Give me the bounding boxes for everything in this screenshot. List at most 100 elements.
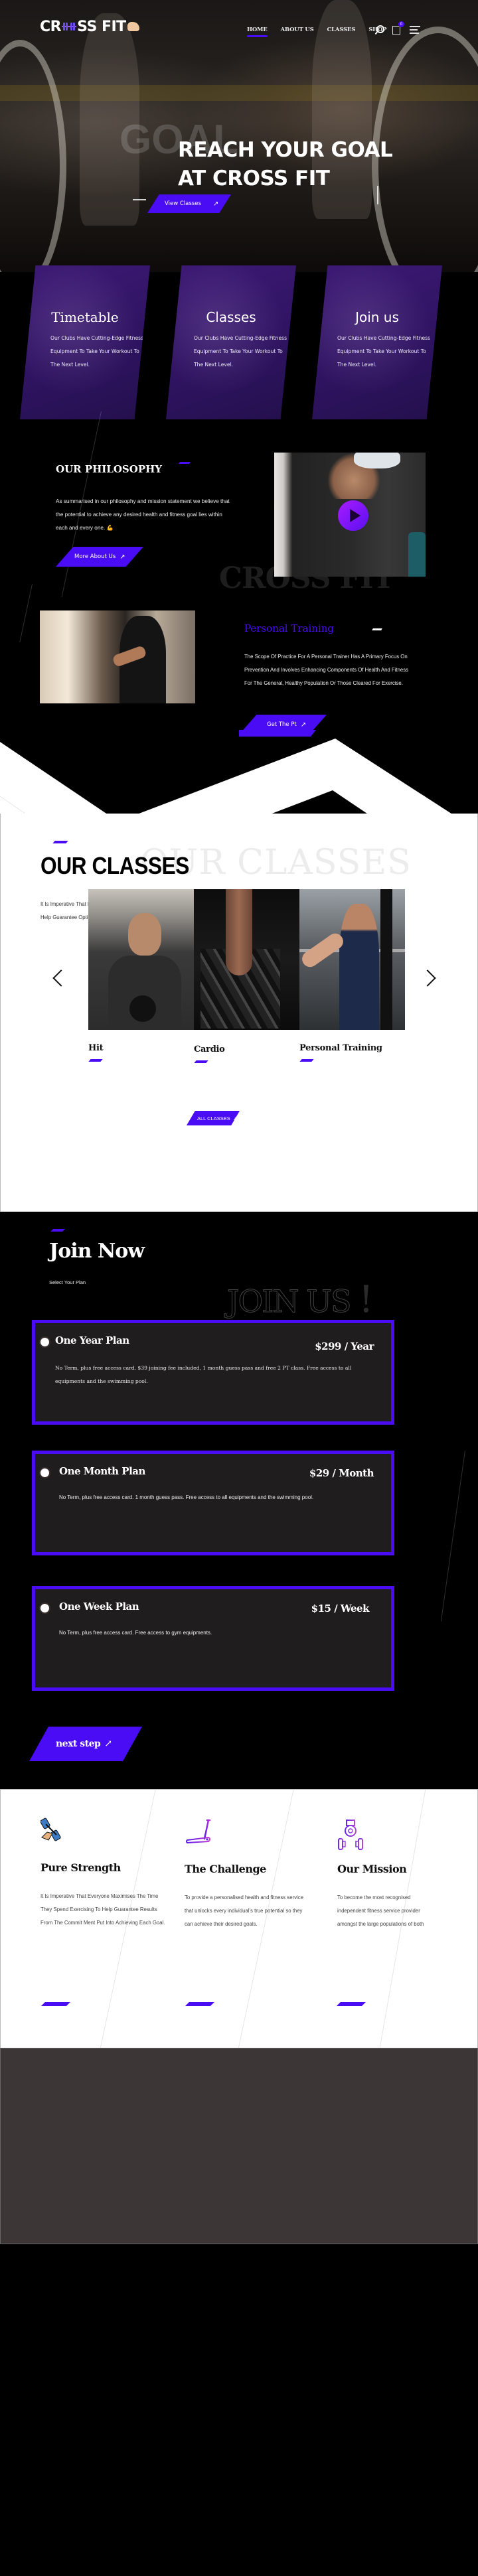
hero-title: REACH YOUR GOAL AT CROSS FIT	[178, 136, 393, 193]
philosophy-text: As summarised in our philosophy and miss…	[56, 498, 230, 531]
our-classes-section: OUR CLASSES OUR CLASSES It Is Imperative…	[0, 814, 478, 1212]
hero-title-line1: REACH YOUR GOAL	[178, 138, 393, 162]
value-our-mission: Our Mission To become the most recognise…	[337, 1818, 470, 2006]
page-bottom-area	[0, 2244, 478, 2576]
feature-card-classes[interactable]: Classes Our Clubs Have Cutting-Edge Fitn…	[166, 265, 296, 419]
class-card-cardio[interactable]: Cardio	[194, 889, 299, 1063]
carousel-prev-icon[interactable]	[52, 968, 62, 988]
our-classes-heading: OUR CLASSES	[40, 852, 190, 879]
value-pure-strength: Pure Strength It Is Imperative That Ever…	[40, 1818, 173, 2006]
values-section: Pure Strength It Is Imperative That Ever…	[0, 1789, 478, 2048]
plan-radio[interactable]	[40, 1604, 49, 1612]
accent-dash	[52, 841, 68, 843]
accent-dash	[372, 628, 382, 630]
plan-name: One Week Plan	[59, 1601, 139, 1612]
arrow-up-right-icon: ↗	[104, 1739, 112, 1749]
plan-radio[interactable]	[40, 1468, 49, 1477]
feature-card-join-us[interactable]: Join us Our Clubs Have Cutting-Edge Fitn…	[312, 265, 442, 419]
hero-title-line2: AT CROSS FIT	[178, 167, 330, 190]
arrow-up-right-icon: ↗	[232, 1115, 238, 1121]
main-nav: HOME ABOUT US CLASSES SHOP	[247, 27, 387, 37]
nav-item-about-us[interactable]: ABOUT US	[281, 27, 314, 33]
menu-icon[interactable]	[410, 25, 420, 34]
header-icons: 0	[375, 21, 420, 35]
plan-name: One Month Plan	[59, 1465, 145, 1477]
next-step-label: next step	[56, 1739, 101, 1749]
more-about-us-label: More About Us	[74, 553, 116, 560]
zigzag-shape	[0, 730, 478, 814]
footer-section	[0, 2048, 478, 2244]
accent-dash	[299, 1059, 314, 1062]
class-image	[299, 889, 405, 1030]
logo[interactable]: CR SS FIT	[40, 17, 139, 36]
cart-count-badge: 0	[398, 21, 404, 27]
plan-description: No Term, plus free access card. Free acc…	[59, 1630, 212, 1636]
value-title: Pure Strength	[40, 1861, 121, 1874]
more-about-us-button[interactable]: More About Us ↗	[56, 547, 143, 567]
hero-vertical-line	[377, 186, 378, 204]
feature-text: Our Clubs Have Cutting-Edge Fitness Equi…	[50, 335, 144, 368]
accent-dash	[185, 2002, 214, 2006]
plan-price: $15 / Week	[311, 1603, 370, 1614]
dumbbell-icon	[62, 23, 77, 31]
zigzag-divider	[0, 730, 478, 814]
value-the-challenge: The Challenge To provide a personalised …	[185, 1818, 317, 2006]
all-classes-label: ALL CLASSES	[197, 1115, 230, 1121]
kettlebell-dumbbell-icon	[337, 1818, 363, 1853]
join-us-ghost-text: JOIN US !	[226, 1278, 373, 1321]
hero-rope-left	[0, 40, 66, 272]
search-icon[interactable]	[375, 25, 384, 35]
philosophy-heading: OUR PHILOSOPHY	[56, 463, 162, 475]
carousel-next-icon[interactable]	[426, 968, 435, 988]
treadmill-icon	[185, 1818, 211, 1847]
feature-title: Join us	[355, 309, 399, 325]
join-now-section: Join Now Select Your Plan JOIN US ! One …	[0, 1212, 478, 1789]
next-step-button[interactable]: next step ↗	[29, 1727, 142, 1761]
features-section: Timetable Our Clubs Have Cutting-Edge Fi…	[0, 265, 478, 419]
feature-card-timetable[interactable]: Timetable Our Clubs Have Cutting-Edge Fi…	[20, 265, 150, 419]
accent-dash	[337, 2002, 366, 2006]
arrow-up-right-icon: ↗	[212, 200, 219, 208]
philosophy-section: OUR PHILOSOPHY As summarised in our phil…	[0, 411, 478, 607]
plan-description: No Term, plus free access card. 1 month …	[59, 1494, 314, 1500]
view-classes-label: View Classes	[165, 200, 201, 207]
arrow-up-right-icon: ↗	[300, 721, 307, 729]
join-now-subheading: Select Your Plan	[49, 1279, 86, 1285]
plan-price: $299 / Year	[315, 1340, 374, 1352]
personal-training-image	[40, 610, 195, 703]
arrow-up-right-icon: ↗	[120, 553, 125, 561]
view-classes-button[interactable]: View Classes ↗	[147, 194, 231, 213]
plan-card-one-month[interactable]: One Month Plan $29 / Month No Term, plus…	[32, 1451, 394, 1555]
class-card-hit[interactable]: Hit	[88, 889, 194, 1062]
plan-card-one-week[interactable]: One Week Plan $15 / Week No Term, plus f…	[32, 1586, 394, 1691]
feature-text: Our Clubs Have Cutting-Edge Fitness Equi…	[337, 335, 431, 368]
philosophy-video-thumbnail	[274, 453, 426, 577]
class-image	[194, 889, 299, 1030]
feature-title: Timetable	[51, 309, 119, 325]
site-header: CR SS FIT HOME ABOUT US CLASSES SHOP 0	[0, 0, 478, 60]
feature-title: Classes	[206, 309, 256, 325]
play-icon[interactable]	[338, 500, 368, 531]
personal-training-text: The Scope Of Practice For A Personal Tra…	[244, 654, 409, 686]
logo-text-right: SS FIT	[77, 18, 126, 35]
nav-item-classes[interactable]: CLASSES	[327, 27, 356, 33]
hero-dash-decoration	[133, 199, 146, 200]
hero-section: CR SS FIT HOME ABOUT US CLASSES SHOP 0 G…	[0, 0, 478, 272]
accent-dash	[88, 1059, 103, 1062]
value-text: It Is Imperative That Everyone Maximises…	[40, 1893, 165, 1926]
class-title: Personal Training	[299, 1043, 382, 1053]
value-title: Our Mission	[337, 1863, 407, 1875]
plan-card-one-year[interactable]: One Year Plan $299 / Year No Term, plus …	[32, 1320, 394, 1425]
plan-radio[interactable]	[40, 1338, 49, 1346]
cart-icon[interactable]: 0	[392, 21, 404, 35]
all-classes-button[interactable]: ALL CLASSES ↗	[187, 1111, 240, 1125]
accent-dash	[179, 462, 191, 464]
flexed-arm-icon	[127, 22, 139, 31]
nav-item-home[interactable]: HOME	[247, 27, 268, 37]
personal-training-section: Personal Training The Scope Of Practice …	[0, 584, 478, 735]
accent-dash	[50, 1229, 65, 1232]
plan-price: $29 / Month	[309, 1467, 374, 1479]
value-title: The Challenge	[185, 1863, 266, 1875]
class-card-personal-training[interactable]: Personal Training	[299, 889, 405, 1062]
personal-training-heading: Personal Training	[244, 622, 334, 634]
